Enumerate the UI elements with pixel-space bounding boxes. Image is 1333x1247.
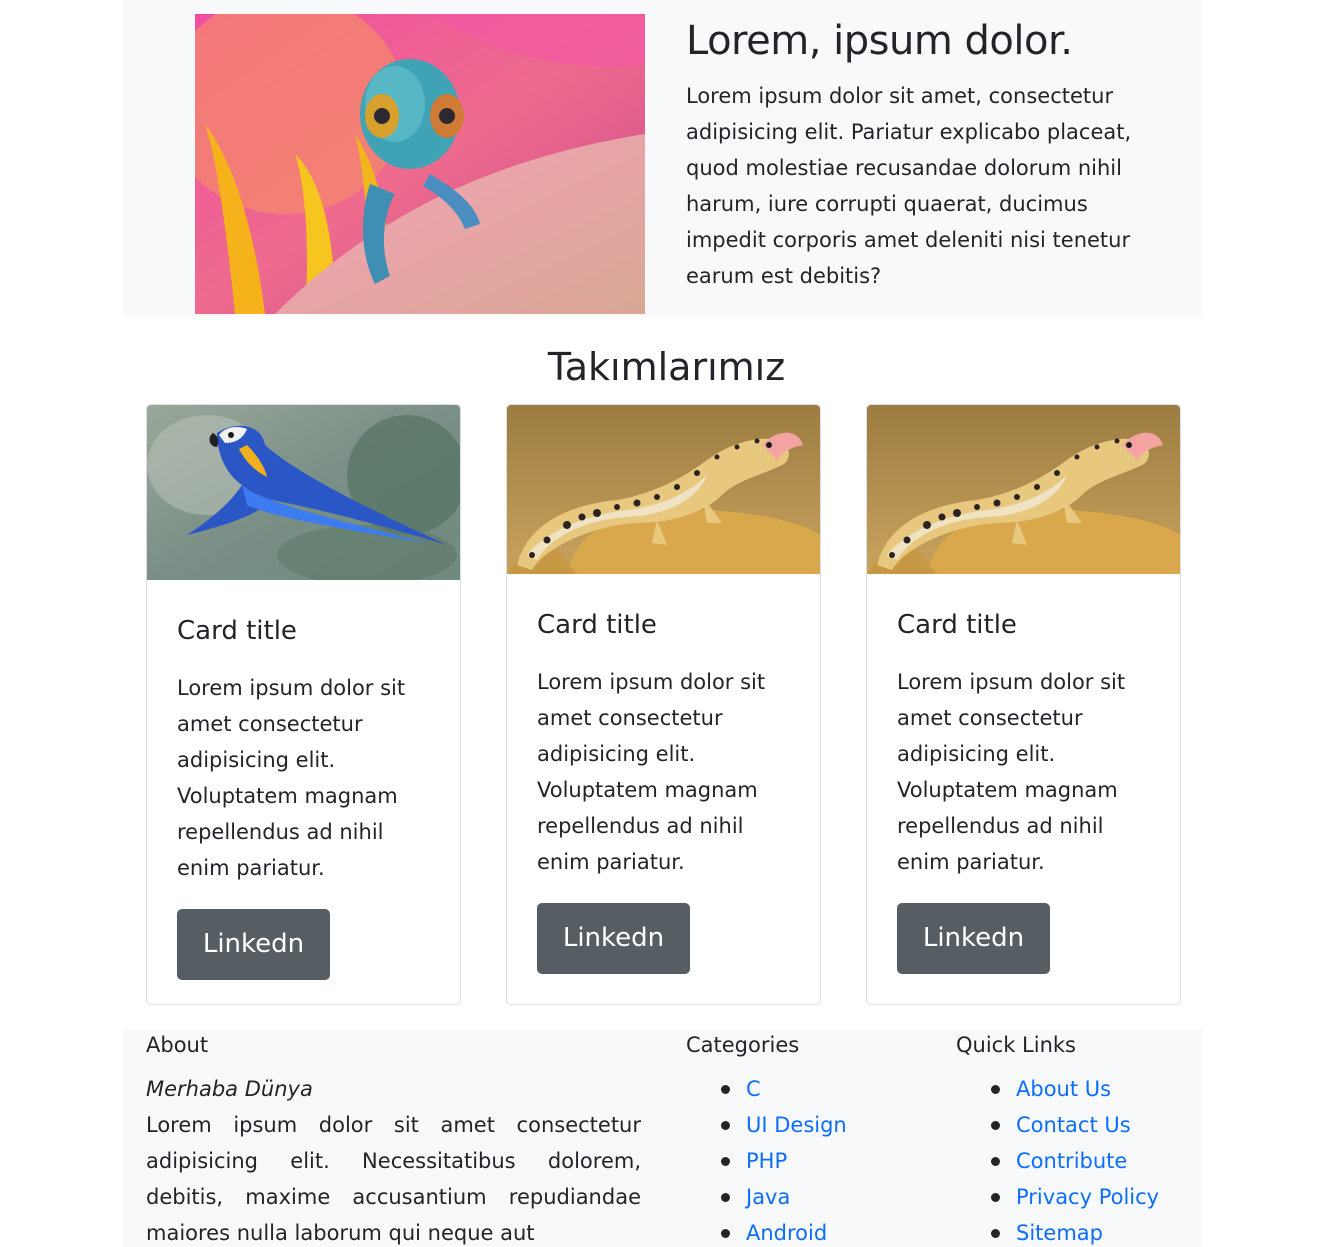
about-heading: About [146,1033,209,1057]
category-link-android[interactable]: Android [746,1221,827,1245]
list-item: Contact Us [986,1107,1159,1143]
quicklink-privacy-policy[interactable]: Privacy Policy [1016,1185,1159,1209]
categories-list: C UI Design PHP Java Android [716,1071,847,1247]
hero-section: Lorem, ipsum dolor. Lorem ipsum dolor si… [123,0,1203,316]
about-subtitle: Merhaba Dünya [146,1077,313,1101]
card-title: Card title [177,616,297,646]
quicklinks-heading: Quick Links [956,1033,1077,1057]
linkedin-button[interactable]: Linkedn [537,903,690,974]
card-image-gecko [867,405,1180,574]
card-title: Card title [537,610,657,640]
category-link-ui-design[interactable]: UI Design [746,1113,847,1137]
list-item: Android [716,1215,847,1247]
quicklinks-list: About Us Contact Us Contribute Privacy P… [986,1071,1159,1247]
list-item: UI Design [716,1107,847,1143]
quicklink-contact-us[interactable]: Contact Us [1016,1113,1131,1137]
card-image-macaw [147,405,460,580]
hero-text: Lorem ipsum dolor sit amet, consectetur … [686,84,1132,288]
linkedin-button[interactable]: Linkedn [897,903,1050,974]
list-item: About Us [986,1071,1159,1107]
category-link-java[interactable]: Java [746,1185,790,1209]
section-title: Takımlarımız [547,345,786,389]
card-image-gecko [507,405,820,574]
team-card: Card title Lorem ipsum dolor sit amet co… [146,404,461,1005]
quicklink-sitemap[interactable]: Sitemap [1016,1221,1103,1245]
list-item: C [716,1071,847,1107]
card-text: Lorem ipsum dolor sit amet consectetur a… [177,676,406,880]
card-title: Card title [897,610,1017,640]
hero-chameleon-image [195,14,645,314]
category-link-php[interactable]: PHP [746,1149,787,1173]
list-item: PHP [716,1143,847,1179]
team-card: Card title Lorem ipsum dolor sit amet co… [506,404,821,1005]
list-item: Sitemap [986,1215,1159,1247]
about-text: Lorem ipsum dolor sit amet consectetur a… [146,1113,641,1245]
card-text: Lorem ipsum dolor sit amet consectetur a… [897,670,1126,874]
list-item: Privacy Policy [986,1179,1159,1215]
quicklink-contribute[interactable]: Contribute [1016,1149,1127,1173]
hero-title: Lorem, ipsum dolor. [686,18,1073,64]
categories-heading: Categories [686,1033,800,1057]
list-item: Contribute [986,1143,1159,1179]
category-link-c[interactable]: C [746,1077,761,1101]
list-item: Java [716,1179,847,1215]
linkedin-button[interactable]: Linkedn [177,909,330,980]
quicklink-about-us[interactable]: About Us [1016,1077,1111,1101]
team-card: Card title Lorem ipsum dolor sit amet co… [866,404,1181,1005]
card-text: Lorem ipsum dolor sit amet consectetur a… [537,670,766,874]
footer: About Merhaba Dünya Lorem ipsum dolor si… [123,1029,1203,1247]
